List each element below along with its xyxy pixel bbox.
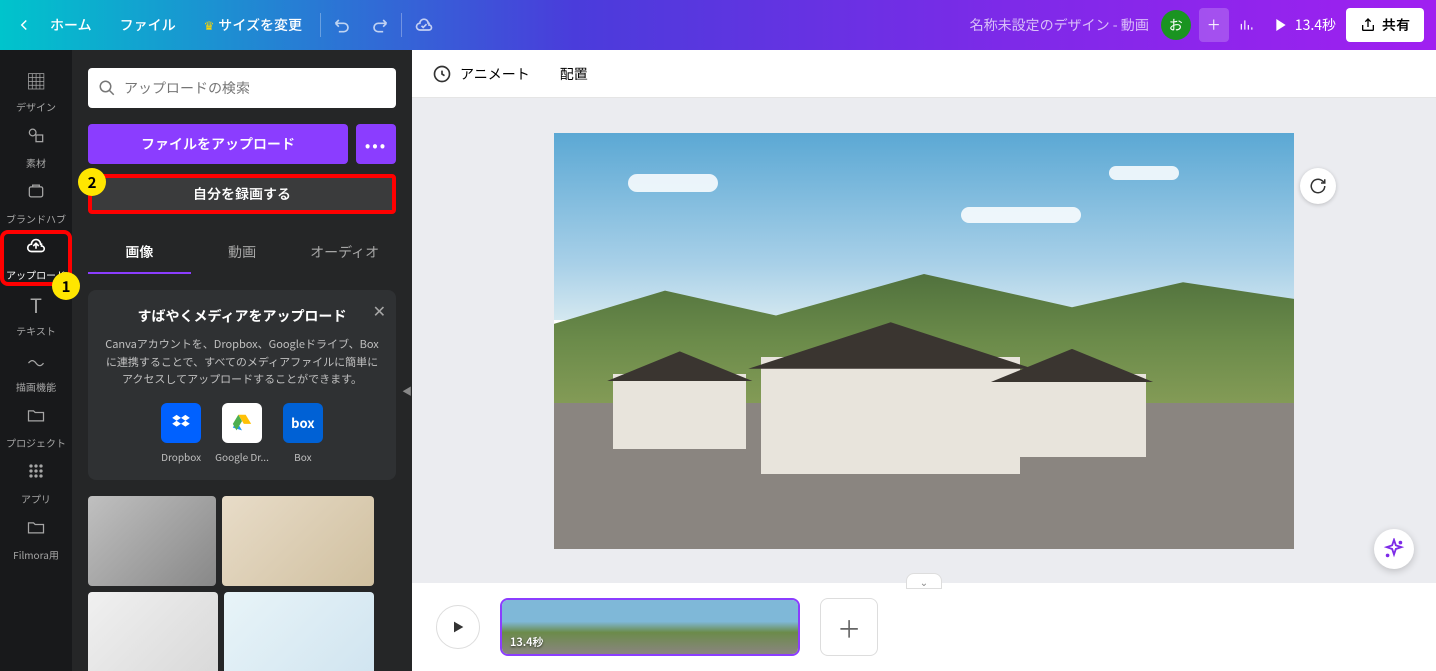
media-tabs: 画像 動画 オーディオ [88, 232, 396, 274]
timeline-collapse-button[interactable]: ⌄ [906, 573, 942, 589]
dropbox-icon [161, 403, 201, 443]
redo-button[interactable] [361, 7, 397, 43]
search-icon [98, 79, 116, 97]
googledrive-icon [222, 403, 262, 443]
cloud-sync-icon[interactable] [406, 7, 442, 43]
service-box[interactable]: box Box [283, 403, 323, 464]
thumbnail[interactable] [88, 592, 218, 671]
search-box[interactable] [88, 68, 396, 108]
canvas-area: アニメート 配置 [412, 50, 1436, 671]
editor-stage[interactable] [412, 98, 1436, 583]
thumbnail[interactable] [224, 592, 374, 671]
animate-button[interactable]: アニメート [432, 64, 530, 84]
home-menu[interactable]: ホーム [36, 15, 106, 35]
sidebar-item-draw[interactable]: 描画機能 [0, 342, 72, 398]
preview-play-button[interactable]: 13.4秒 [1263, 8, 1346, 42]
sidebar-item-brand[interactable]: ブランドハブ [0, 174, 72, 230]
sidebar-item-elements[interactable]: 素材 [0, 118, 72, 174]
video-page[interactable] [554, 133, 1294, 549]
service-name: Google Dr... [215, 449, 269, 464]
draw-icon [26, 346, 46, 375]
sparkle-icon [1383, 538, 1405, 560]
duration-label: 13.4秒 [1295, 15, 1336, 35]
search-input[interactable] [124, 78, 386, 98]
thumbnail[interactable] [88, 496, 216, 586]
timeline-play-button[interactable] [436, 605, 480, 649]
add-member-button[interactable]: ＋ [1199, 8, 1229, 42]
folder-icon [26, 514, 46, 543]
upload-thumbnails [88, 496, 396, 671]
sidebar-item-apps[interactable]: アプリ [0, 454, 72, 510]
position-label: 配置 [560, 64, 588, 84]
resize-menu[interactable]: ♛ サイズを変更 [190, 15, 316, 35]
panel-collapse-button[interactable]: ◀ [400, 360, 412, 420]
document-name[interactable]: 名称未設定のデザイン - 動画 [970, 15, 1149, 35]
clip-duration-label: 13.4秒 [510, 634, 544, 650]
sidebar-label: プロジェクト [6, 435, 66, 450]
promo-description: Canvaアカウントを、Dropbox、Googleドライブ、Boxに連携するこ… [102, 336, 382, 389]
annotation-badge-1: 1 [52, 272, 80, 300]
sidebar-label: テキスト [16, 323, 56, 338]
thumbnail[interactable] [222, 496, 374, 586]
apps-icon [26, 458, 46, 487]
upload-panel: ファイルをアップロード ••• 自分を録画する 2 画像 動画 オーディオ ✕ … [72, 50, 412, 671]
sidebar-item-upload[interactable]: アップロード 1 [0, 230, 72, 286]
crown-icon: ♛ [204, 17, 215, 34]
avatar[interactable]: お [1161, 10, 1191, 40]
box-icon: box [283, 403, 323, 443]
record-label: 自分を録画する [193, 184, 291, 204]
brand-icon [26, 178, 46, 207]
animate-icon [432, 64, 452, 84]
sidebar-label: 描画機能 [16, 379, 56, 394]
share-label: 共有 [1382, 15, 1410, 35]
sidebar-item-projects[interactable]: プロジェクト [0, 398, 72, 454]
text-icon: T [30, 290, 42, 319]
layout-icon: ▦ [26, 66, 46, 95]
animate-label: アニメート [460, 64, 530, 84]
promo-title: すばやくメディアをアップロード [102, 306, 382, 326]
sidebar-label: 素材 [26, 155, 46, 170]
record-self-button[interactable]: 自分を録画する 2 [88, 174, 396, 214]
annotation-badge-2: 2 [78, 168, 106, 196]
analytics-button[interactable] [1229, 8, 1263, 42]
context-toolbar: アニメート 配置 [412, 50, 1436, 98]
folder-icon [26, 402, 46, 431]
sidebar-label: Filmora用 [13, 547, 59, 562]
ai-assistant-button[interactable] [1374, 529, 1414, 569]
top-header: ホーム ファイル ♛ サイズを変更 名称未設定のデザイン - 動画 お ＋ 13… [0, 0, 1436, 50]
resize-label: サイズを変更 [218, 15, 302, 35]
tab-videos[interactable]: 動画 [191, 232, 294, 274]
tab-images[interactable]: 画像 [88, 232, 191, 274]
service-name: Box [294, 449, 311, 464]
timeline: ⌄ 13.4秒 ＋ [412, 583, 1436, 671]
sidebar-label: デザイン [16, 99, 56, 114]
shapes-icon [26, 122, 46, 151]
service-dropbox[interactable]: Dropbox [161, 403, 201, 464]
sidebar-label: ブランドハブ [6, 211, 66, 226]
cloud-upload-icon [25, 234, 47, 263]
service-googledrive[interactable]: Google Dr... [215, 403, 269, 464]
sidebar-item-filmora[interactable]: Filmora用 [0, 510, 72, 566]
sidebar-label: アプリ [21, 491, 51, 506]
refresh-icon [1309, 177, 1327, 195]
upload-file-button[interactable]: ファイルをアップロード [88, 124, 348, 164]
upload-more-button[interactable]: ••• [356, 124, 396, 164]
left-sidebar: ▦ デザイン 素材 ブランドハブ アップロード 1 T テキスト [0, 50, 72, 671]
cloud-connect-promo: ✕ すばやくメディアをアップロード Canvaアカウントを、Dropbox、Go… [88, 290, 396, 480]
service-name: Dropbox [161, 449, 201, 464]
share-button[interactable]: 共有 [1346, 8, 1424, 42]
divider [320, 13, 321, 37]
close-icon[interactable]: ✕ [373, 298, 386, 322]
tab-audio[interactable]: オーディオ [293, 232, 396, 274]
timeline-clip[interactable]: 13.4秒 [500, 598, 800, 656]
add-page-button[interactable]: ＋ [820, 598, 878, 656]
file-menu[interactable]: ファイル [106, 15, 190, 35]
undo-button[interactable] [325, 7, 361, 43]
sidebar-item-design[interactable]: ▦ デザイン [0, 62, 72, 118]
position-button[interactable]: 配置 [560, 64, 588, 84]
back-button[interactable] [12, 13, 36, 37]
page-refresh-button[interactable] [1300, 168, 1336, 204]
divider [401, 13, 402, 37]
